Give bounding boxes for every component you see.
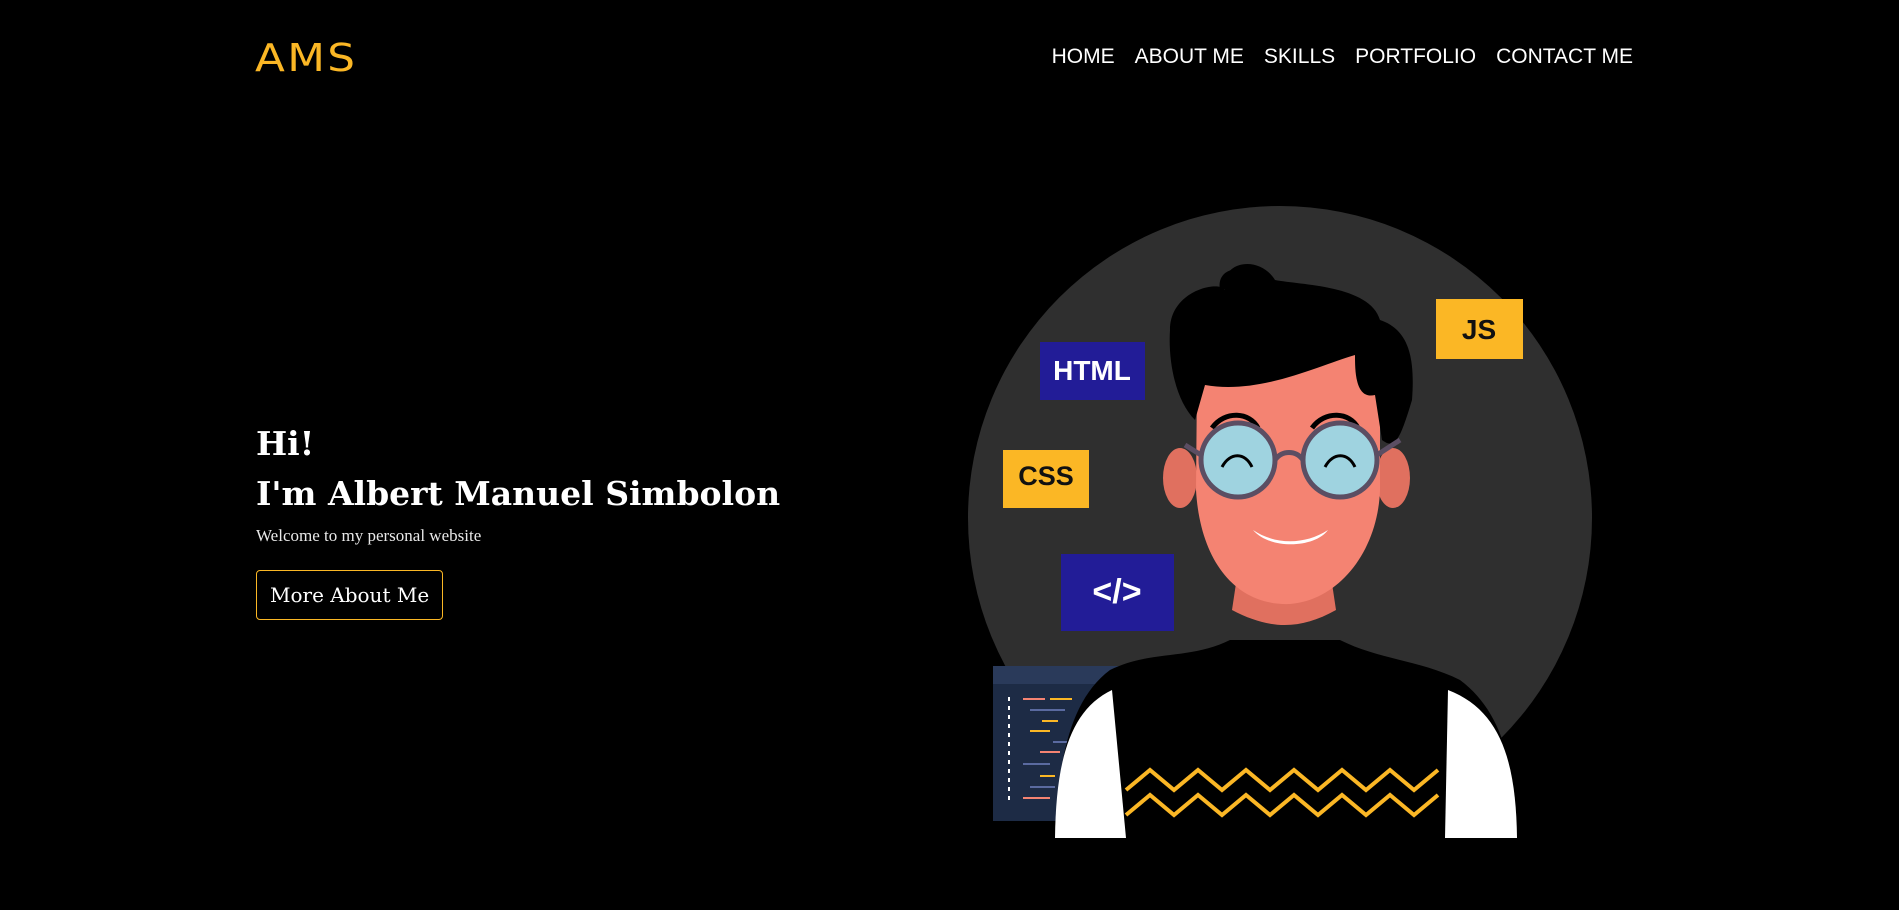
nav-contact-me[interactable]: CONTACT ME: [1496, 45, 1633, 69]
site-logo[interactable]: AMS: [255, 36, 357, 80]
html-tag: HTML: [1040, 342, 1145, 400]
html-tag-label: HTML: [1053, 355, 1131, 386]
hero-section: Hi! I'm Albert Manuel Simbolon Welcome t…: [256, 424, 780, 620]
hero-greeting: Hi!: [256, 424, 315, 463]
right-ear: [1376, 448, 1410, 508]
nav-portfolio[interactable]: PORTFOLIO: [1355, 45, 1476, 69]
hero-subtitle: Welcome to my personal website: [256, 526, 482, 545]
js-tag-label: JS: [1462, 314, 1496, 345]
css-tag: CSS: [1003, 450, 1089, 508]
code-tag-label: </>: [1092, 573, 1141, 611]
hero-name: I'm Albert Manuel Simbolon: [256, 474, 781, 513]
more-about-me-button[interactable]: More About Me: [256, 570, 444, 620]
nav-about-me[interactable]: ABOUT ME: [1135, 45, 1244, 69]
left-ear: [1163, 448, 1197, 508]
js-tag: JS: [1436, 299, 1523, 359]
developer-illustration: HTML CSS </> JS: [968, 206, 1592, 838]
main-nav: HOME ABOUT ME SKILLS PORTFOLIO CONTACT M…: [1052, 45, 1633, 69]
nav-skills[interactable]: SKILLS: [1264, 45, 1335, 69]
css-tag-label: CSS: [1018, 461, 1074, 491]
code-tag: </>: [1061, 554, 1174, 631]
nav-home[interactable]: HOME: [1052, 45, 1115, 69]
